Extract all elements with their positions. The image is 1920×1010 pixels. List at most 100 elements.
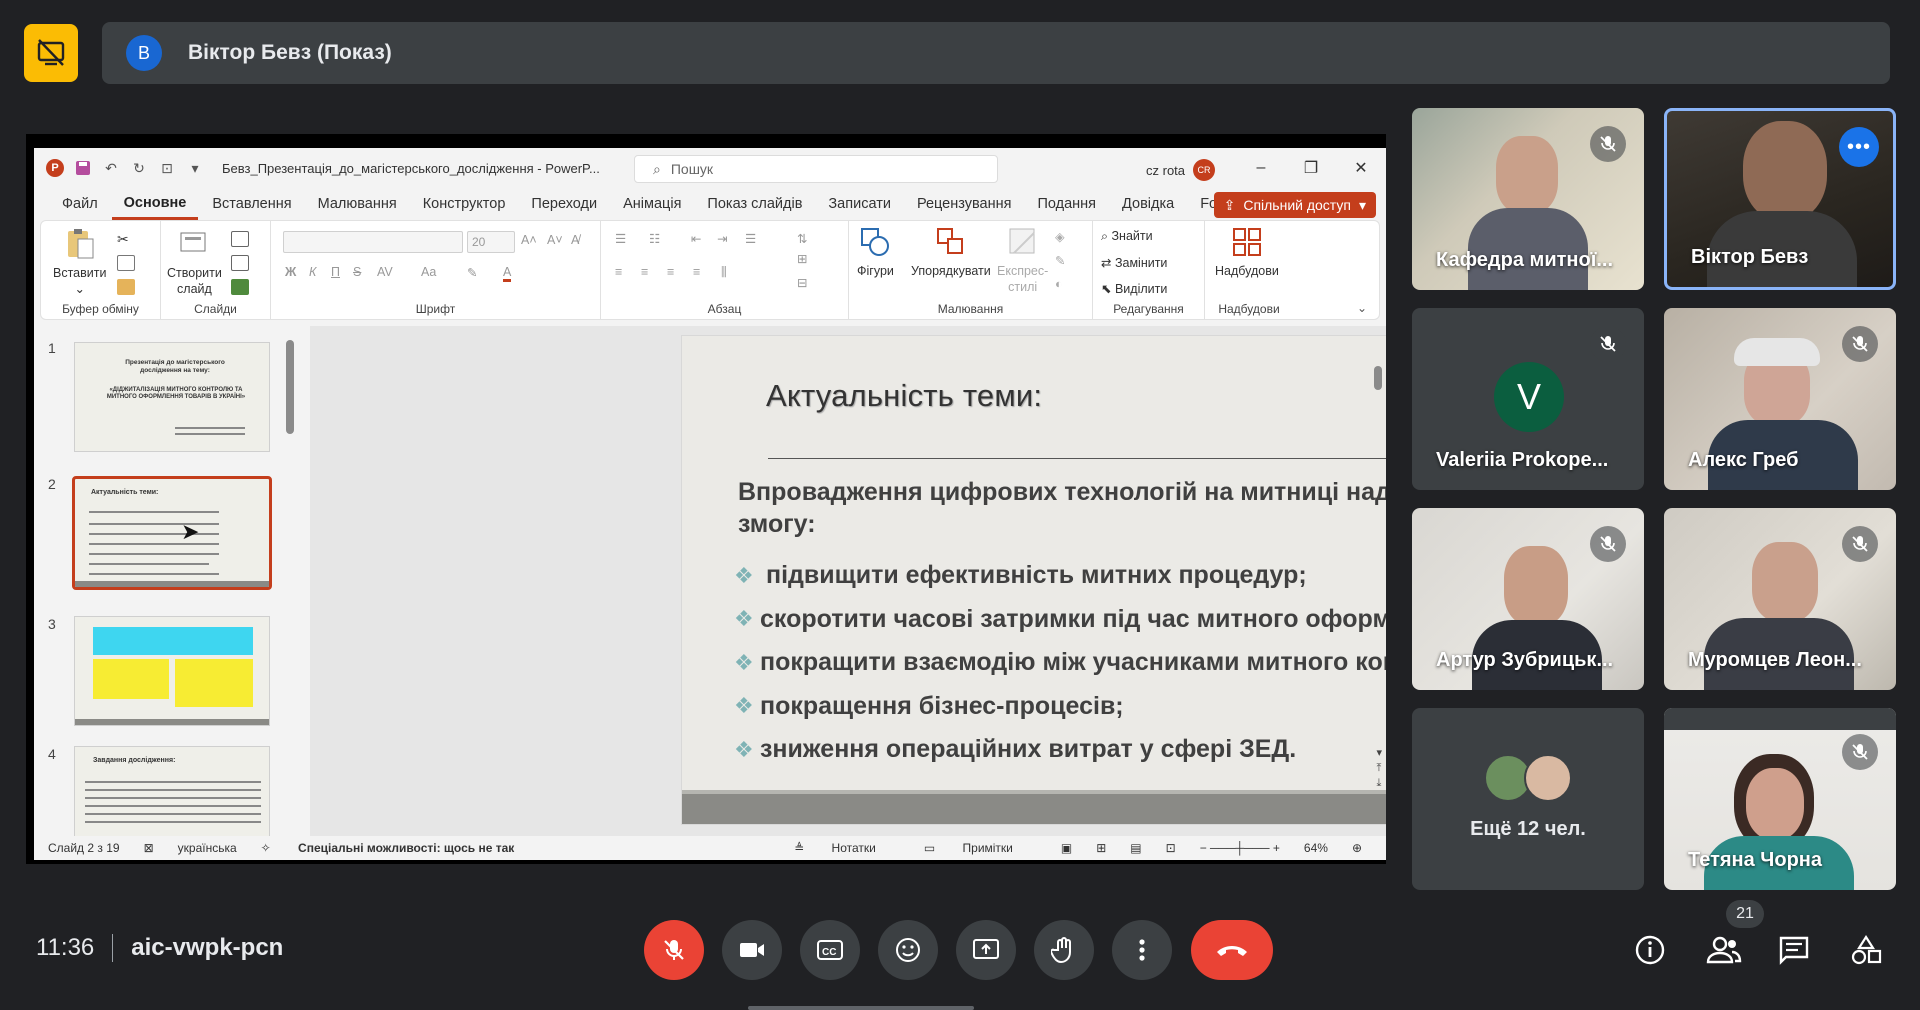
copy-icon[interactable] xyxy=(117,255,135,271)
align-center-icon[interactable]: ≡ xyxy=(641,265,648,279)
undo-icon[interactable]: ↶ xyxy=(102,159,120,177)
quick-styles-button[interactable]: Експрес- стилі xyxy=(997,225,1048,295)
tab-file[interactable]: Файл xyxy=(50,188,110,220)
people-button[interactable] xyxy=(1704,930,1744,970)
present-from-start-icon[interactable]: ⊡ xyxy=(158,159,176,177)
tab-insert[interactable]: Вставлення xyxy=(200,188,303,220)
tab-transitions[interactable]: Переходи xyxy=(519,188,609,220)
tab-home[interactable]: Основне xyxy=(111,188,199,220)
slide-thumbnail-2[interactable]: Актуальність теми: ➤ xyxy=(72,476,272,590)
camera-toggle-button[interactable] xyxy=(722,920,782,980)
participant-tile[interactable]: Кафедра митної... xyxy=(1412,108,1644,290)
paste-button[interactable]: Вставити ⌄ xyxy=(53,227,106,297)
smartart-icon[interactable]: ⊟ xyxy=(797,275,807,290)
line-spacing-icon[interactable]: ☰ xyxy=(745,231,756,246)
tab-record[interactable]: Записати xyxy=(816,188,903,220)
fit-slide-icon[interactable]: ⊕ xyxy=(1352,841,1362,855)
redo-icon[interactable]: ↻ xyxy=(130,159,148,177)
tab-review[interactable]: Рецензування xyxy=(905,188,1024,220)
section-icon[interactable] xyxy=(231,279,249,295)
participant-tile[interactable]: V Valeriia Prokope... xyxy=(1412,308,1644,490)
shrink-font-icon[interactable]: A˅ xyxy=(547,233,563,247)
minimize-icon[interactable]: – xyxy=(1236,148,1286,188)
shapes-button[interactable]: Фігури xyxy=(857,225,894,279)
justify-icon[interactable]: ≡ xyxy=(693,265,700,279)
arrange-button[interactable]: Упорядкувати xyxy=(911,225,991,279)
change-case-icon[interactable]: Aa xyxy=(421,265,436,279)
reading-view-icon[interactable]: ▤ xyxy=(1130,841,1141,855)
spellcheck-icon[interactable]: ⊠ xyxy=(144,841,154,855)
layout-icon[interactable] xyxy=(231,231,249,247)
bullets-icon[interactable]: ☰ xyxy=(615,231,626,246)
replace-button[interactable]: ⇄ Замінити xyxy=(1101,255,1167,270)
zoom-level[interactable]: 64% xyxy=(1304,841,1328,855)
strikethrough-icon[interactable]: S xyxy=(353,265,361,279)
collapse-ribbon-icon[interactable]: ⌄ xyxy=(1357,301,1367,315)
bold-icon[interactable]: Ж xyxy=(285,265,296,279)
normal-view-icon[interactable]: ▣ xyxy=(1061,841,1072,855)
slide-thumbnail-4[interactable]: Завдання дослідження: xyxy=(74,746,270,836)
participant-tile[interactable]: Алекс Греб xyxy=(1664,308,1896,490)
save-icon[interactable] xyxy=(74,159,92,177)
clear-formatting-icon[interactable]: A̸ xyxy=(571,233,579,247)
microphone-toggle-button[interactable] xyxy=(644,920,704,980)
current-slide[interactable]: Актуальність теми: Впровадження цифрових… xyxy=(682,336,1386,824)
select-button[interactable]: ⬉ Виділити xyxy=(1101,281,1167,296)
slide-thumbnail-1[interactable]: Презентація до магістерського дослідженн… xyxy=(74,342,270,452)
account-area[interactable]: cz rota CR xyxy=(1146,159,1216,181)
notes-button[interactable]: ≜ Нотатки xyxy=(794,841,900,855)
highlight-icon[interactable]: ✎ xyxy=(467,265,477,280)
ppt-search-box[interactable]: ⌕ Пошук xyxy=(634,155,998,183)
close-icon[interactable]: ✕ xyxy=(1336,148,1386,188)
tab-view[interactable]: Подання xyxy=(1025,188,1108,220)
cut-icon[interactable]: ✂ xyxy=(117,231,135,247)
font-family-select[interactable] xyxy=(283,231,463,253)
others-tile[interactable]: Ещё 12 чел. xyxy=(1412,708,1644,890)
char-spacing-icon[interactable]: AV xyxy=(377,265,393,279)
shape-outline-icon[interactable]: ✎ xyxy=(1055,253,1065,268)
participant-tile[interactable]: Муромцев Леон... xyxy=(1664,508,1896,690)
slide-scrollbar[interactable] xyxy=(1374,366,1382,390)
text-direction-icon[interactable]: ⇅ xyxy=(797,231,807,246)
decrease-indent-icon[interactable]: ⇤ xyxy=(691,231,701,246)
tab-animations[interactable]: Анімація xyxy=(611,188,693,220)
slideshow-view-icon[interactable]: ⊡ xyxy=(1166,841,1176,855)
reset-icon[interactable] xyxy=(231,255,249,271)
leave-call-button[interactable] xyxy=(1191,920,1273,980)
language-status[interactable]: українська xyxy=(178,841,237,855)
restore-icon[interactable]: ❐ xyxy=(1286,148,1336,188)
columns-icon[interactable]: ⫼ xyxy=(721,265,727,280)
chat-button[interactable] xyxy=(1774,930,1814,970)
align-text-icon[interactable]: ⊞ xyxy=(797,251,807,266)
align-right-icon[interactable]: ≡ xyxy=(667,265,674,279)
participant-tile[interactable]: Тетяна Чорна xyxy=(1664,708,1896,890)
more-options-icon[interactable]: ••• xyxy=(1839,127,1879,167)
customize-toolbar-icon[interactable]: ▾ xyxy=(186,159,204,177)
participant-tile[interactable]: Артур Зубрицьк... xyxy=(1412,508,1644,690)
underline-icon[interactable]: П xyxy=(331,265,340,279)
more-options-button[interactable] xyxy=(1112,920,1172,980)
comments-button[interactable]: ▭ Примітки xyxy=(924,841,1037,855)
grow-font-icon[interactable]: A˄ xyxy=(521,233,537,247)
slide-thumbnail-3[interactable] xyxy=(74,616,270,726)
slide-sorter-icon[interactable]: ⊞ xyxy=(1096,841,1106,855)
find-button[interactable]: ⌕ Знайти xyxy=(1101,229,1153,244)
shape-effects-icon[interactable]: ◐ xyxy=(1055,277,1063,291)
align-left-icon[interactable]: ≡ xyxy=(615,265,622,279)
addins-button[interactable]: Надбудови xyxy=(1215,225,1279,279)
numbering-icon[interactable]: ☷ xyxy=(649,231,660,246)
slide-nav-arrows-icon[interactable]: ▾ ⤒ ⤓ xyxy=(1376,746,1382,791)
captions-button[interactable]: CC xyxy=(800,920,860,980)
accessibility-status[interactable]: ✧ Спеціальні можливості: щось не так xyxy=(261,841,539,855)
present-now-button[interactable] xyxy=(956,920,1016,980)
thumbnails-scrollbar[interactable] xyxy=(286,340,294,434)
tab-slideshow[interactable]: Показ слайдів xyxy=(695,188,814,220)
participant-tile[interactable]: ••• Віктор Бевз xyxy=(1664,108,1896,290)
reactions-button[interactable] xyxy=(878,920,938,980)
meeting-details-button[interactable] xyxy=(1630,930,1670,970)
share-button[interactable]: ⇪ Спільний доступ ▾ xyxy=(1213,192,1376,218)
format-painter-icon[interactable] xyxy=(117,279,135,295)
new-slide-button[interactable]: Створити слайд xyxy=(167,227,222,297)
font-size-select[interactable]: 20 xyxy=(467,231,515,253)
raise-hand-button[interactable] xyxy=(1034,920,1094,980)
